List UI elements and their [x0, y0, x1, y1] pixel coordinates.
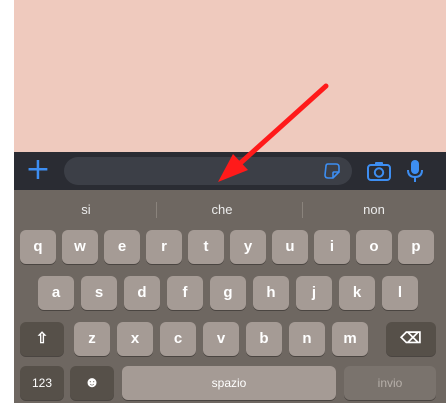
shift-key[interactable]: ⇧ [20, 322, 64, 356]
message-composer-bar: + [14, 152, 446, 190]
key-a[interactable]: a [38, 276, 74, 310]
key-i[interactable]: i [314, 230, 350, 264]
space-key[interactable]: spazio [122, 366, 336, 400]
key-f[interactable]: f [167, 276, 203, 310]
key-c[interactable]: c [160, 322, 196, 356]
backspace-key[interactable]: ⌫ [386, 322, 436, 356]
keyboard: si che non q w e r t y u i o p a s d f g… [14, 190, 446, 403]
key-t[interactable]: t [188, 230, 224, 264]
key-l[interactable]: l [382, 276, 418, 310]
key-n[interactable]: n [289, 322, 325, 356]
key-q[interactable]: q [20, 230, 56, 264]
suggestion-item[interactable]: che [180, 196, 264, 224]
phone-screen: + si che non q w e r t y u i o p a s d f… [0, 0, 446, 403]
microphone-icon[interactable] [406, 158, 424, 184]
key-p[interactable]: p [398, 230, 434, 264]
key-e[interactable]: e [104, 230, 140, 264]
suggestion-item[interactable]: non [332, 196, 416, 224]
key-w[interactable]: w [62, 230, 98, 264]
suggestion-divider [302, 202, 303, 218]
sticker-icon[interactable] [324, 163, 340, 179]
key-h[interactable]: h [253, 276, 289, 310]
key-u[interactable]: u [272, 230, 308, 264]
key-b[interactable]: b [246, 322, 282, 356]
key-g[interactable]: g [210, 276, 246, 310]
key-j[interactable]: j [296, 276, 332, 310]
numbers-key[interactable]: 123 [20, 366, 64, 400]
key-x[interactable]: x [117, 322, 153, 356]
suggestion-item[interactable]: si [44, 196, 128, 224]
key-k[interactable]: k [339, 276, 375, 310]
suggestion-divider [156, 202, 157, 218]
key-m[interactable]: m [332, 322, 368, 356]
key-d[interactable]: d [124, 276, 160, 310]
key-o[interactable]: o [356, 230, 392, 264]
message-input[interactable] [64, 157, 352, 185]
chat-background [14, 0, 446, 152]
key-s[interactable]: s [81, 276, 117, 310]
attach-plus-button[interactable]: + [24, 155, 52, 186]
key-y[interactable]: y [230, 230, 266, 264]
key-z[interactable]: z [74, 322, 110, 356]
emoji-key[interactable]: ☻ [70, 366, 114, 400]
suggestion-bar: si che non [14, 196, 446, 224]
camera-icon[interactable] [366, 160, 392, 182]
key-r[interactable]: r [146, 230, 182, 264]
send-key[interactable]: invio [344, 366, 436, 400]
key-v[interactable]: v [203, 322, 239, 356]
